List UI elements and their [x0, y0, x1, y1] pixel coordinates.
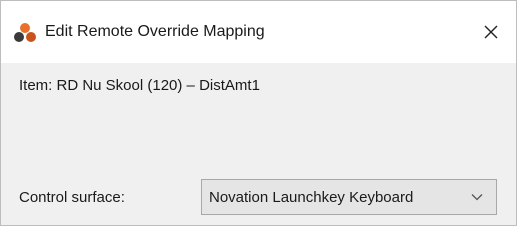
control-surface-value: Novation Launchkey Keyboard — [209, 188, 414, 206]
app-logo-icon — [13, 22, 37, 44]
chevron-down-icon — [466, 190, 488, 204]
item-label: Item: RD Nu Skool (120) – DistAmt1 — [19, 77, 260, 94]
control-surface-label: Control surface: — [19, 189, 125, 206]
window-title: Edit Remote Override Mapping — [45, 23, 265, 40]
close-button[interactable] — [474, 15, 508, 49]
title-bar: Edit Remote Override Mapping — [1, 1, 516, 63]
dialog-window: Edit Remote Override Mapping Item: RD Nu… — [0, 0, 517, 226]
control-surface-select[interactable]: Novation Launchkey Keyboard — [201, 179, 497, 215]
close-icon — [484, 25, 498, 39]
